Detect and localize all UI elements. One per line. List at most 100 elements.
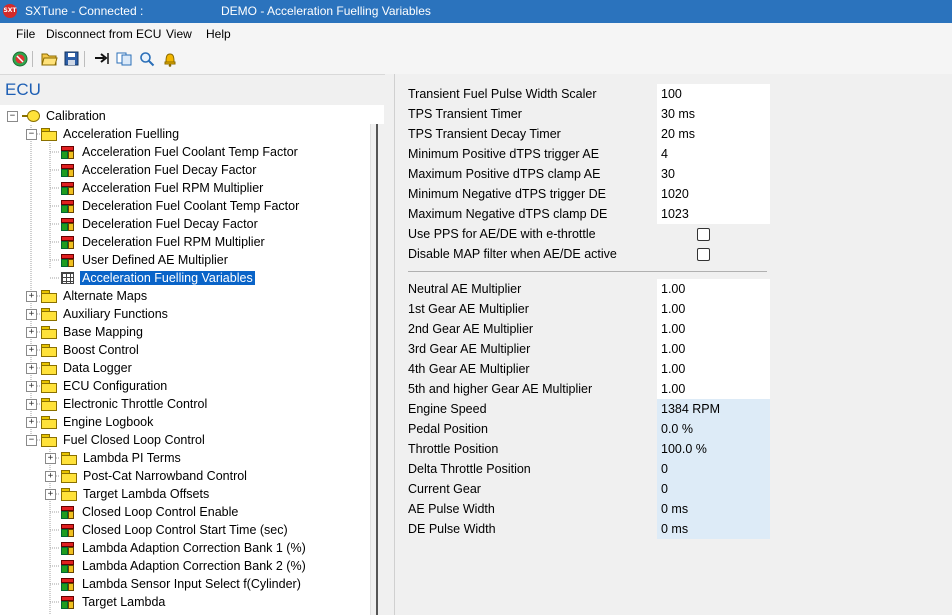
tree-item[interactable]: Target Lambda Offsets [61, 485, 211, 503]
folder-icon [41, 416, 57, 429]
value-field[interactable]: 1.00 [657, 359, 770, 379]
variable-label: DE Pulse Width [408, 522, 496, 536]
tree-item[interactable]: Fuel Closed Loop Control [41, 431, 207, 449]
variable-label: Minimum Positive dTPS trigger AE [408, 147, 600, 161]
value-field[interactable]: 100 [657, 84, 770, 104]
value-field[interactable]: 1.00 [657, 279, 770, 299]
tree-expander[interactable]: + [45, 489, 56, 500]
save-icon[interactable] [63, 50, 80, 67]
tree-item[interactable]: Closed Loop Control Enable [61, 503, 240, 521]
cube-icon [61, 163, 74, 177]
tree-item-label: Acceleration Fuel Coolant Temp Factor [82, 145, 298, 159]
menu-bar: File Disconnect from ECU View Help [0, 23, 952, 44]
tree-expander[interactable]: + [26, 363, 37, 374]
readout-value: 0 [657, 459, 770, 479]
value-field[interactable]: 1.00 [657, 299, 770, 319]
menu-view[interactable]: View [166, 27, 192, 41]
tree-expander[interactable]: + [26, 291, 37, 302]
tree-item[interactable]: Acceleration Fuel RPM Multiplier [61, 179, 265, 197]
tree-item-label: Acceleration Fuelling Variables [80, 271, 255, 285]
calibration-icon [22, 110, 40, 122]
folder-icon [41, 128, 57, 141]
panel-splitter[interactable] [385, 74, 394, 615]
tree-scrollbar[interactable] [370, 124, 385, 615]
value-field[interactable]: 4 [657, 144, 770, 164]
variable-row: Delta Throttle Position 0 [395, 459, 952, 479]
tree-item[interactable]: Lambda Adaption Correction Bank 2 (%) [61, 557, 308, 575]
tree-expander[interactable]: + [26, 309, 37, 320]
value-field[interactable]: 30 [657, 164, 770, 184]
tree-item[interactable]: Alternate Maps [41, 287, 149, 305]
tree-item[interactable]: Deceleration Fuel RPM Multiplier [61, 233, 267, 251]
tree-item[interactable]: Calibration [22, 107, 108, 125]
option-checkbox[interactable] [697, 228, 710, 241]
tree-item-label: Auxiliary Functions [63, 307, 168, 321]
cube-icon [61, 217, 74, 231]
tree-item[interactable]: Lambda Adaption Correction Bank 1 (%) [61, 539, 308, 557]
tree-item[interactable]: Closed Loop Control Start Time (sec) [61, 521, 290, 539]
tree-expander[interactable]: − [26, 435, 37, 446]
variable-row: Pedal Position 0.0 % [395, 419, 952, 439]
value-field[interactable]: 1.00 [657, 339, 770, 359]
tree-expander[interactable]: + [45, 471, 56, 482]
value-field[interactable]: 1020 [657, 184, 770, 204]
tree-expander[interactable]: + [26, 327, 37, 338]
open-folder-icon[interactable] [41, 50, 58, 67]
cube-icon [61, 145, 74, 159]
value-field[interactable]: 1.00 [657, 379, 770, 399]
variable-label: Maximum Negative dTPS clamp DE [408, 207, 608, 221]
variable-label: 2nd Gear AE Multiplier [408, 322, 534, 336]
tree-expander[interactable]: − [26, 129, 37, 140]
tree-item[interactable]: Boost Control [41, 341, 141, 359]
tree-item[interactable]: Acceleration Fuelling Variables [61, 269, 255, 287]
variable-label: Minimum Negative dTPS trigger DE [408, 187, 606, 201]
cube-icon [61, 523, 74, 537]
tree-expander[interactable]: − [7, 111, 18, 122]
tree-expander[interactable]: + [45, 453, 56, 464]
tree-item[interactable]: Target Lambda [61, 593, 167, 611]
tree-expander[interactable]: + [26, 345, 37, 356]
tree-item[interactable]: Acceleration Fuel Decay Factor [61, 161, 258, 179]
variable-label: AE Pulse Width [408, 502, 495, 516]
value-field[interactable]: 20 ms [657, 124, 770, 144]
folder-icon [41, 308, 57, 321]
option-checkbox[interactable] [697, 248, 710, 261]
tree-item[interactable]: User Defined AE Multiplier [61, 251, 230, 269]
value-field[interactable]: 1023 [657, 204, 770, 224]
variable-row: TPS Transient Timer 30 ms [395, 104, 952, 124]
stop-icon[interactable] [11, 50, 28, 67]
menu-help[interactable]: Help [206, 27, 231, 41]
value-field[interactable]: 30 ms [657, 104, 770, 124]
folder-icon [41, 434, 57, 447]
variable-label: 5th and higher Gear AE Multiplier [408, 382, 593, 396]
tree-item[interactable]: Acceleration Fuelling [41, 125, 181, 143]
tree-item[interactable]: Acceleration Fuel Coolant Temp Factor [61, 143, 300, 161]
tree-expander[interactable]: + [26, 417, 37, 428]
menu-file[interactable]: File [16, 27, 35, 41]
tree-expander[interactable]: + [26, 381, 37, 392]
tree-item-label: Electronic Throttle Control [63, 397, 208, 411]
tree-item[interactable]: Electronic Throttle Control [41, 395, 209, 413]
bell-icon[interactable] [161, 50, 178, 67]
tree-item[interactable]: Base Mapping [41, 323, 145, 341]
tree-item[interactable]: Engine Logbook [41, 413, 155, 431]
scrollbar-thumb[interactable] [376, 124, 378, 615]
tree-item[interactable]: Deceleration Fuel Coolant Temp Factor [61, 197, 301, 215]
search-icon[interactable] [138, 50, 155, 67]
tree-item[interactable]: Lambda Sensor Input Select f(Cylinder) [61, 575, 303, 593]
tree-item[interactable]: Lambda PI Terms [61, 449, 183, 467]
send-arrow-icon[interactable] [93, 50, 110, 67]
tree-item[interactable]: Deceleration Fuel Decay Factor [61, 215, 260, 233]
tree-item[interactable]: Data Logger [41, 359, 134, 377]
value-field[interactable]: 1.00 [657, 319, 770, 339]
copy-icon[interactable] [116, 50, 133, 67]
variable-label: Neutral AE Multiplier [408, 282, 522, 296]
tree-item[interactable]: Post-Cat Narrowband Control [61, 467, 249, 485]
variable-row: Current Gear 0 [395, 479, 952, 499]
tree-item[interactable]: ECU Configuration [41, 377, 169, 395]
tree-item-label: Acceleration Fuel RPM Multiplier [82, 181, 264, 195]
tree-item[interactable]: Auxiliary Functions [41, 305, 170, 323]
tree-item-label: Target Lambda Offsets [83, 487, 210, 501]
tree-expander[interactable]: + [26, 399, 37, 410]
menu-disconnect[interactable]: Disconnect from ECU [46, 27, 161, 41]
